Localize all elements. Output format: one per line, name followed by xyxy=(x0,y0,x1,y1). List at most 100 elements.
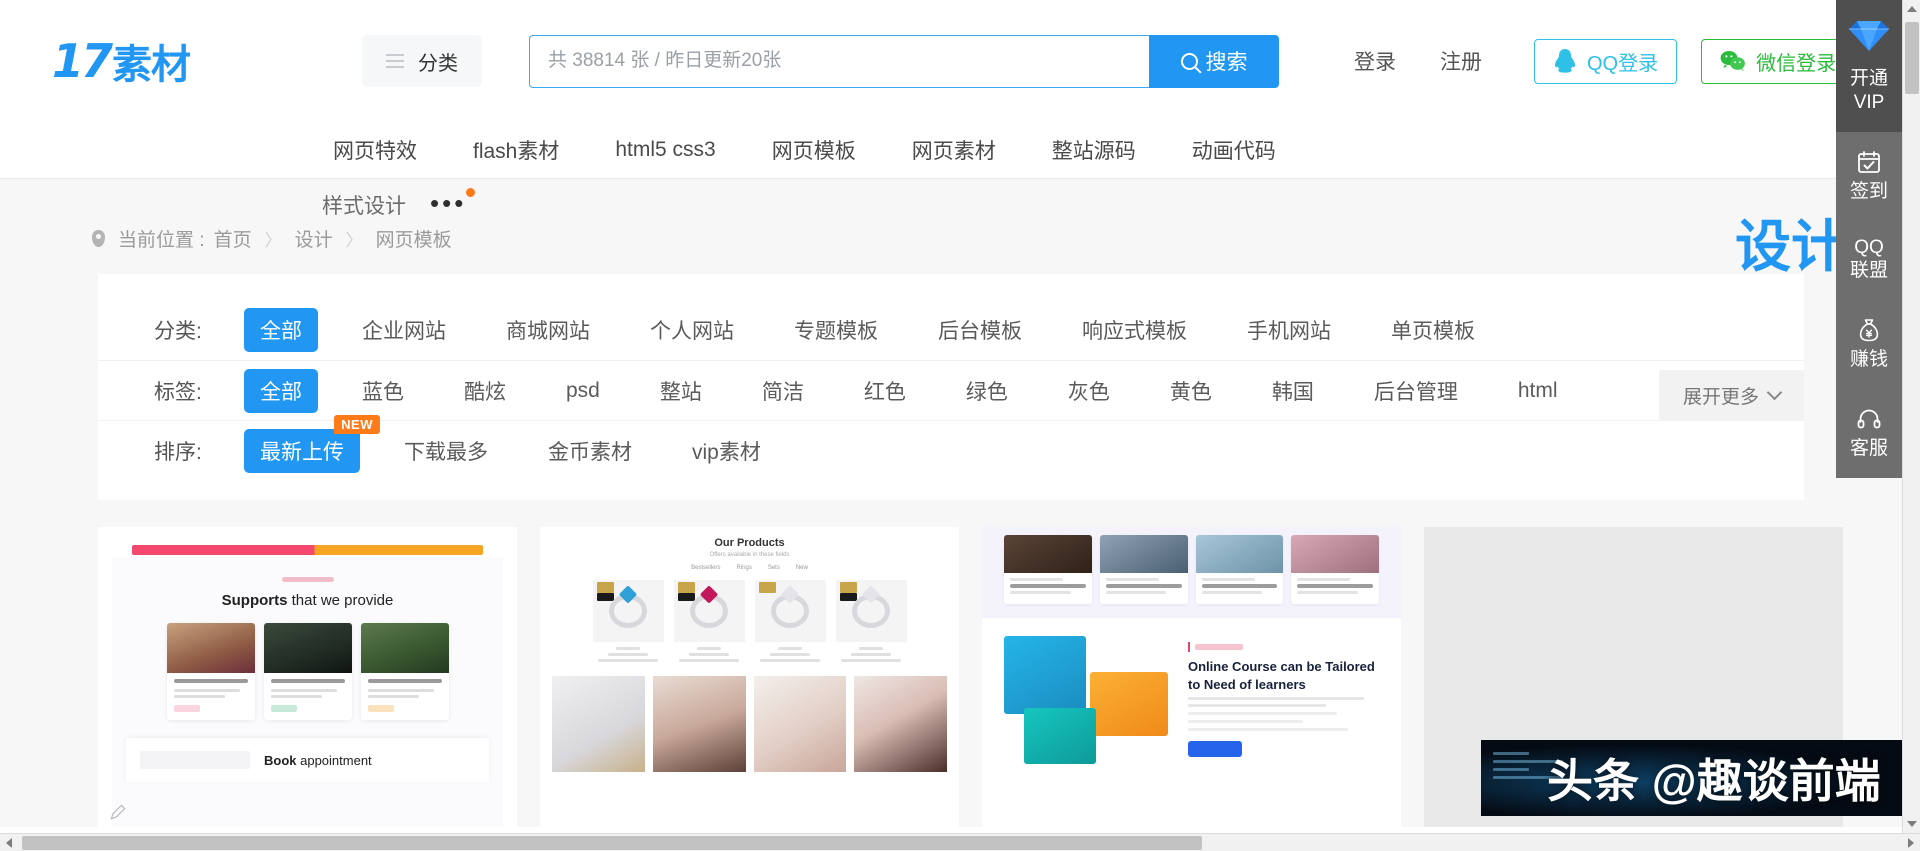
thumb-product-meta-1 xyxy=(674,647,745,662)
thumb-course-image-0 xyxy=(1004,535,1092,573)
course-line xyxy=(1010,591,1071,594)
vertical-scrollbar[interactable] xyxy=(1902,0,1920,833)
thumb-booking-input xyxy=(140,751,250,769)
chip-sort-3[interactable]: vip素材 xyxy=(676,429,777,473)
chip-tag-11[interactable]: 后台管理 xyxy=(1358,369,1474,413)
login-link[interactable]: 登录 xyxy=(1354,46,1396,76)
chip-sort-1[interactable]: 下载最多 xyxy=(388,429,504,473)
search-input[interactable] xyxy=(529,34,1149,88)
scroll-down-arrow[interactable] xyxy=(1903,815,1920,833)
course-line xyxy=(1297,591,1358,594)
chip-category-7[interactable]: 手机网站 xyxy=(1231,308,1347,352)
thumb-tile-title-0 xyxy=(173,679,248,683)
chip-sort-2[interactable]: 金币素材 xyxy=(532,429,648,473)
thumb-tile-line xyxy=(173,689,241,692)
chip-tag-6[interactable]: 红色 xyxy=(848,369,922,413)
rail-item-checkin[interactable]: 签到 xyxy=(1836,132,1902,221)
thumb-body: Supports that we provide Book appointmen… xyxy=(112,557,503,827)
rail-vip-button[interactable]: 开通 VIP xyxy=(1836,0,1902,132)
rail-item-support[interactable]: 客服 xyxy=(1836,389,1902,478)
chip-sort-0[interactable]: 最新上传 NEW xyxy=(244,414,380,473)
nav-item-1[interactable]: flash素材 xyxy=(473,135,559,165)
course-title xyxy=(1201,584,1278,588)
horizontal-scrollbar[interactable] xyxy=(0,833,1920,851)
thumb-product-grid xyxy=(552,580,947,665)
nav-item-6[interactable]: 动画代码 xyxy=(1192,135,1276,165)
course-line xyxy=(1105,591,1167,594)
scroll-up-arrow[interactable] xyxy=(1903,0,1920,18)
thumb-hero-cta-button xyxy=(1188,741,1242,758)
thumb-hero-photo-1 xyxy=(1090,672,1168,736)
site-logo[interactable]: 17 素材 xyxy=(52,32,302,90)
thumb-product-image-2 xyxy=(754,580,826,642)
nav-item-0[interactable]: 网页特效 xyxy=(333,135,417,165)
thumb-headline-bold: Supports xyxy=(221,592,288,609)
thumb-tile-line xyxy=(270,689,338,692)
nav-item-4[interactable]: 网页素材 xyxy=(912,135,996,165)
chip-category-4[interactable]: 专题模板 xyxy=(778,308,894,352)
chip-category-1[interactable]: 企业网站 xyxy=(346,308,462,352)
rail-item-earn[interactable]: 赚钱 xyxy=(1836,300,1902,389)
chip-category-8[interactable]: 单页模板 xyxy=(1375,308,1491,352)
template-card-2[interactable]: Online Course can be Tailored to Need of… xyxy=(982,527,1401,827)
wechat-login-button[interactable]: 微信登录 xyxy=(1701,38,1856,84)
breadcrumb-item-web-template[interactable]: 网页模板 xyxy=(376,225,452,252)
chip-category-5[interactable]: 后台模板 xyxy=(922,308,1038,352)
chip-tag-1[interactable]: 蓝色 xyxy=(346,369,420,413)
rail-item-qq-union[interactable]: QQ 联盟 xyxy=(1836,220,1902,300)
chip-tag-0[interactable]: 全部 xyxy=(244,368,318,413)
nav-item-2[interactable]: html5 css3 xyxy=(615,138,715,162)
thumb-hero-bullets xyxy=(1188,712,1379,732)
chip-category-6[interactable]: 响应式模板 xyxy=(1066,308,1203,352)
chip-tag-12[interactable]: html xyxy=(1502,372,1574,410)
chip-tag-9[interactable]: 黄色 xyxy=(1154,369,1228,413)
pencil-icon xyxy=(110,804,126,820)
chevron-down-icon xyxy=(1766,384,1783,401)
thumb-topbar xyxy=(132,545,483,555)
breadcrumb-item-design[interactable]: 设计 xyxy=(295,225,333,252)
rail-item-checkin-label: 签到 xyxy=(1849,180,1888,202)
nav-item-5[interactable]: 整站源码 xyxy=(1052,135,1136,165)
price-badge-icon xyxy=(596,582,614,593)
more-dots-icon[interactable]: ••• xyxy=(430,188,476,219)
chip-tag-8[interactable]: 灰色 xyxy=(1052,369,1126,413)
filter-chips-tags: 全部 蓝色 酷炫 psd 整站 简洁 红色 绿色 灰色 黄色 韩国 后台管理 h… xyxy=(244,368,1602,413)
ring-icon xyxy=(609,585,647,628)
thumb-booking-bar: Book appointment xyxy=(126,738,489,782)
category-button-label: 分类 xyxy=(418,52,458,75)
style-design-tooltip: 样式设计 ••• xyxy=(322,188,476,221)
category-button[interactable]: 分类 xyxy=(362,35,482,87)
horizontal-scroll-thumb[interactable] xyxy=(22,836,1202,850)
chip-category-3[interactable]: 个人网站 xyxy=(634,308,750,352)
thumb-product-1 xyxy=(673,580,745,665)
vertical-scroll-thumb[interactable] xyxy=(1905,22,1919,94)
nav-item-3[interactable]: 网页模板 xyxy=(772,135,856,165)
chip-category-0[interactable]: 全部 xyxy=(244,308,318,352)
expand-more-button[interactable]: 展开更多 xyxy=(1658,370,1804,421)
template-card-3[interactable] xyxy=(1424,527,1843,827)
scroll-right-arrow[interactable] xyxy=(1902,834,1920,851)
chip-category-2[interactable]: 商城网站 xyxy=(490,308,606,352)
template-card-grid: Supports that we provide Book appointmen… xyxy=(98,500,1843,827)
filter-label-category: 分类: xyxy=(154,320,202,343)
breadcrumb-item-home[interactable]: 首页 xyxy=(214,225,252,252)
search-button[interactable]: 搜索 xyxy=(1149,34,1279,88)
chip-tag-4[interactable]: 整站 xyxy=(644,369,718,413)
filter-chips-sort: 最新上传 NEW 下载最多 金币素材 vip素材 xyxy=(244,414,805,473)
scroll-left-arrow[interactable] xyxy=(0,834,18,851)
chip-tag-3[interactable]: psd xyxy=(550,372,616,410)
chip-tag-2[interactable]: 酷炫 xyxy=(448,369,522,413)
thumb-hero-photo-2 xyxy=(1024,708,1096,764)
register-link[interactable]: 注册 xyxy=(1440,46,1482,76)
qq-login-button[interactable]: QQ登录 xyxy=(1534,38,1678,84)
diamond-icon xyxy=(1847,18,1891,59)
template-card-0[interactable]: Supports that we provide Book appointmen… xyxy=(98,527,517,827)
chip-tag-5[interactable]: 简洁 xyxy=(746,369,820,413)
template-card-1[interactable]: Our Products Offers available in these f… xyxy=(540,527,959,827)
location-pin-icon xyxy=(92,230,105,247)
template-thumbnail-education: Online Course can be Tailored to Need of… xyxy=(982,527,1401,827)
chip-tag-10[interactable]: 韩国 xyxy=(1256,369,1330,413)
gem-icon xyxy=(618,585,638,604)
thumb-product-0 xyxy=(592,580,664,665)
chip-tag-7[interactable]: 绿色 xyxy=(950,369,1024,413)
